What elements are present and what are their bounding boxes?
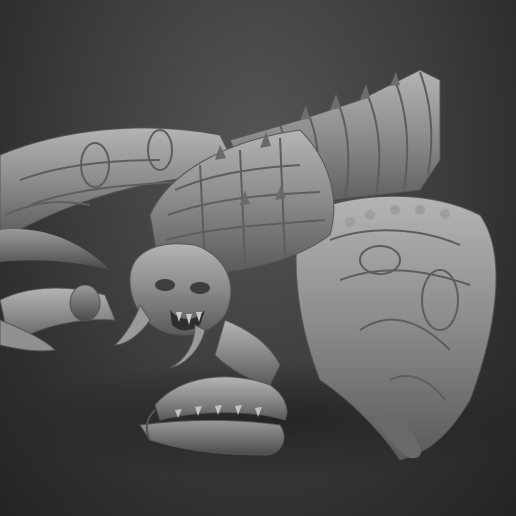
creature-sculpt-render — [0, 69, 516, 480]
creature-head — [113, 243, 232, 369]
sculpt-viewport[interactable] — [0, 0, 516, 516]
left-talon-arm — [0, 284, 116, 352]
